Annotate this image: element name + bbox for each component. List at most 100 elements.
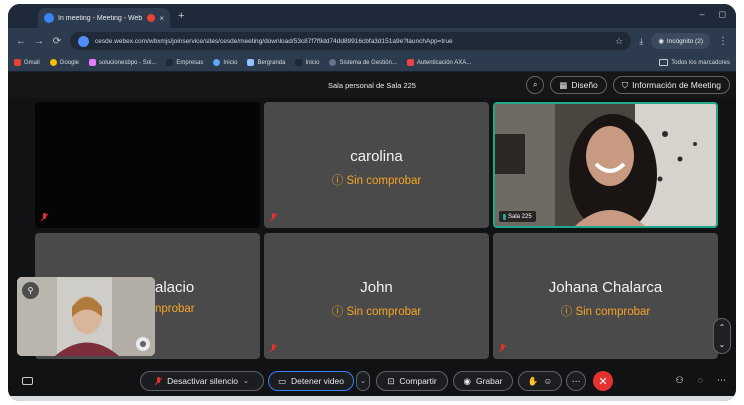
os-taskbar [8,396,736,401]
muted-mic-icon [499,344,506,353]
recording-indicator-icon [147,14,156,22]
back-arrow-icon[interactable]: ← [16,36,26,47]
captions-icon[interactable] [22,377,33,385]
bookmark-star-icon[interactable]: ☆ [615,36,623,47]
video-camera-icon: ▭ [278,375,287,386]
participants-icon[interactable]: ⚇ [676,375,684,386]
chevron-down-icon[interactable]: ⌄ [719,340,726,349]
reload-icon[interactable]: ⟳ [52,36,62,47]
layout-button[interactable]: ▦ Diseño [550,76,607,94]
panel-toggle-icons: ⚇ ◌ ⋯ [676,375,726,386]
self-view-video[interactable]: ⚲ [17,277,155,356]
meeting-control-bar: Desactivar silencio ⌄ ▭ Detener video ⌄ … [8,366,736,396]
axa-icon [406,59,414,66]
tab-strip: In meeting - Meeting - Web × + – ◻ [8,4,736,28]
reactions-group[interactable]: ✋ ☺ [518,371,562,391]
info-circle-icon: ⓘ [560,306,573,318]
minimize-button[interactable]: – [700,9,705,20]
video-options-button[interactable]: ⌄ [356,371,370,391]
participant-status: ⓘ Sin comprobar [331,306,422,318]
incognito-profile-button[interactable]: ◉ Incógnito (2) [651,33,710,49]
download-icon[interactable]: ⤓ [639,36,643,47]
bookmark-gmail[interactable]: Gmail [14,59,40,66]
emoji-icon[interactable]: ☺ [543,376,552,386]
participant-name: carolina [350,148,403,165]
bookmarks-bar: Gmail Google solucionesbpo - Sol... Empr… [8,54,736,72]
navigation-bar: ← → ⟳ cesde.webex.com/wbxmjs/joinservice… [8,28,736,54]
participant-tile-3-active-speaker[interactable]: Sala 225 [493,102,718,228]
bookmark-inicio[interactable]: Inicio [213,59,237,66]
bookmark-sistema-gestion[interactable]: Sistema de Gestión... [329,59,397,66]
unmute-button[interactable]: Desactivar silencio ⌄ [140,371,264,391]
grid-layout-icon: ▦ [559,79,568,90]
browser-tab[interactable]: In meeting - Meeting - Web × [38,8,170,28]
speaker-name-label: Sala 225 [499,211,536,222]
webex-favicon-icon [44,13,54,23]
info-circle-icon: ⓘ [331,306,344,318]
participant-tile-2[interactable]: carolina ⓘ Sin comprobar [264,102,489,228]
stop-video-button[interactable]: ▭ Detener video [268,371,354,391]
participant-tile-6[interactable]: Johana Chalarca ⓘ Sin comprobar [493,233,718,359]
google-icon [49,59,57,66]
folder-icon [659,59,669,66]
meeting-info-button[interactable]: ⛉ Información de Meeting [612,76,730,94]
inicio-icon [295,59,303,66]
more-horiz-icon[interactable]: ⋯ [717,375,726,386]
muted-mic-icon [41,213,48,222]
share-button[interactable]: ⊡ Compartir [376,371,448,391]
address-bar[interactable]: cesde.webex.com/wbxmjs/joinservice/sites… [70,32,632,50]
all-bookmarks-button[interactable]: Todos los marcadores [659,59,730,66]
bookmark-inicio-2[interactable]: Inicio [295,59,319,66]
info-circle-icon: ⓘ [331,175,344,187]
bookmark-solucionesbpo[interactable]: solucionesbpo - Sol... [89,59,156,66]
chevron-down-icon[interactable]: ⌄ [243,377,249,385]
bookmark-autenticacion-axa[interactable]: Autenticación AXA... [406,59,471,66]
participant-name: John [360,279,393,296]
share-screen-icon: ⊡ [387,375,395,386]
browser-window: In meeting - Meeting - Web × + – ◻ ← → ⟳… [8,4,736,401]
slack-icon [89,59,97,66]
forward-arrow-icon[interactable]: → [34,36,44,47]
chat-icon[interactable]: ◌ [698,375,703,386]
tab-close-icon[interactable]: × [159,14,164,23]
bookmark-google[interactable]: Google [49,59,79,66]
raise-hand-icon[interactable]: ✋ [528,376,539,387]
record-button[interactable]: ◉ Grabar [453,371,513,391]
participant-tile-5[interactable]: John ⓘ Sin comprobar [264,233,489,359]
tab-title: In meeting - Meeting - Web [58,14,143,22]
grid-scroll-control[interactable]: ⌃ ⌄ [713,318,731,354]
end-call-button[interactable]: ✕ [593,371,613,391]
participant-status: ⓘ Sin comprobar [560,306,651,318]
inicio-icon [213,59,221,66]
incognito-label: Incógnito (2) [666,37,703,45]
header-actions: ⌕ ▦ Diseño ⛉ Información de Meeting [526,76,730,94]
more-vert-icon[interactable]: ⋮ [718,36,728,47]
pin-icon[interactable]: ⚲ [22,282,39,299]
participant-status: ⓘ Sin comprobar [331,175,422,187]
meeting-header: Sala personal de Sala 225 ⌕ ▦ Diseño ⛉ I… [8,72,736,98]
search-icon[interactable]: ⌕ [526,76,545,94]
speaker-video-feed [495,104,716,226]
maximize-button[interactable]: ◻ [719,9,726,20]
bergranda-icon [247,59,255,66]
muted-mic-icon [270,213,277,222]
record-icon: ◉ [463,375,471,386]
window-controls: – ◻ [700,9,727,20]
chevron-up-icon[interactable]: ⌃ [719,323,726,332]
bookmark-empresas[interactable]: Empresas [166,59,203,66]
sistema-icon [329,59,337,66]
site-info-icon[interactable] [78,35,89,47]
gmail-icon [14,59,21,66]
more-horiz-icon: ⋯ [571,375,581,386]
new-tab-button[interactable]: + [178,10,184,22]
more-options-button[interactable]: ⋯ [566,371,586,391]
url-text[interactable]: cesde.webex.com/wbxmjs/joinservice/sites… [95,38,609,45]
muted-mic-icon [270,344,277,353]
participant-name: Johana Chalarca [548,279,663,296]
camera-toggle-icon[interactable] [136,337,150,351]
info-shield-icon: ⛉ [621,79,629,90]
active-mic-icon [503,213,506,220]
bookmark-bergranda[interactable]: Bergranda [247,59,285,66]
participant-tile-1[interactable] [35,102,260,228]
chevron-down-icon: ⌄ [360,378,366,385]
